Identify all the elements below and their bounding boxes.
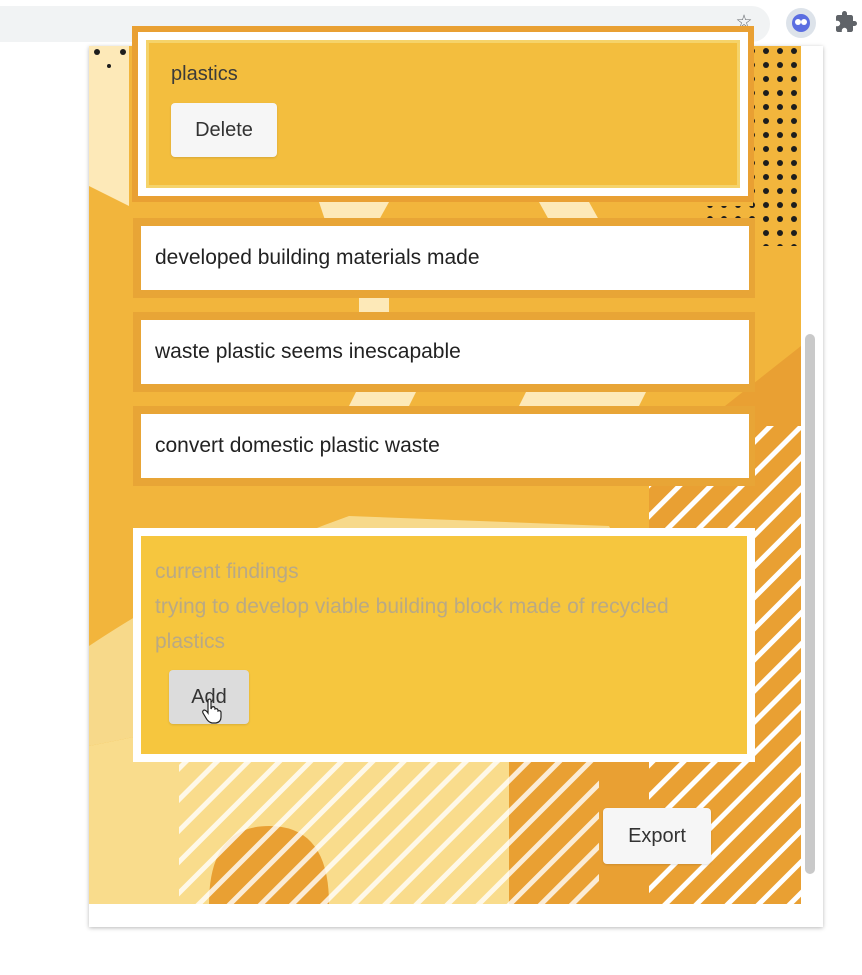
- note-input[interactable]: current findings trying to develop viabl…: [155, 554, 715, 659]
- delete-button[interactable]: Delete: [171, 103, 277, 157]
- scrollbar-thumb[interactable]: [805, 334, 815, 874]
- list-item[interactable]: convert domestic plastic waste: [133, 406, 755, 486]
- extension-popup: plastics Delete developed building mater…: [89, 26, 823, 927]
- list-item[interactable]: developed building materials made: [133, 218, 755, 298]
- list-item-text[interactable]: developed building materials made: [141, 226, 749, 290]
- star-icon[interactable]: ☆: [734, 12, 754, 32]
- add-note-card: current findings trying to develop viabl…: [133, 528, 755, 762]
- hand-cursor-icon: [202, 698, 222, 724]
- export-button[interactable]: Export: [603, 808, 711, 864]
- list-item-text[interactable]: waste plastic seems inescapable: [141, 320, 749, 384]
- note-text: plastics: [171, 63, 238, 85]
- puzzle-extensions-icon[interactable]: [834, 10, 858, 34]
- expanded-note-card: plastics Delete: [132, 26, 754, 202]
- list-item-text[interactable]: convert domestic plastic waste: [141, 414, 749, 478]
- list-item[interactable]: waste plastic seems inescapable: [133, 312, 755, 392]
- owl-extension-icon[interactable]: [786, 8, 816, 38]
